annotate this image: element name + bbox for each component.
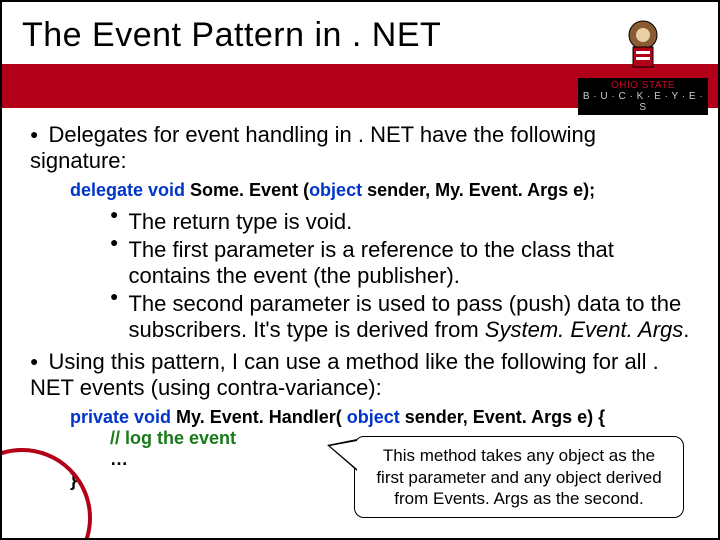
ohio-state-logo: OHIO STATE B · U · C · K · E · Y · E · S — [578, 8, 708, 108]
bullet-icon: ● — [110, 206, 118, 232]
brutus-mascot-icon — [578, 8, 708, 78]
bullet-icon: ● — [30, 126, 38, 142]
code-keyword: object — [309, 180, 362, 200]
code-text: My. Event. Handler( — [171, 407, 347, 427]
code-text: Some. Event ( — [185, 180, 309, 200]
bullet-1-text: Delegates for event handling in . NET ha… — [30, 122, 596, 173]
system-eventargs-text: System. Event. Args — [485, 317, 683, 342]
code-keyword: delegate void — [70, 180, 185, 200]
sub-bullet-2-text: The first parameter is a reference to th… — [128, 237, 690, 289]
sub-bullet-3-text: The second parameter is used to pass (pu… — [128, 291, 690, 343]
logo-top-text: OHIO STATE — [611, 80, 675, 91]
code-keyword: object — [347, 407, 400, 427]
slide: The Event Pattern in . NET OHIO STATE B … — [0, 0, 720, 540]
code-line-1: private void My. Event. Handler( object … — [70, 407, 690, 428]
bullet-icon: ● — [110, 234, 118, 286]
callout-text: This method takes any object as the firs… — [376, 446, 661, 508]
bullet-icon: ● — [30, 353, 38, 369]
sub-bullet-1: ● The return type is void. — [110, 209, 690, 235]
sub-bullet-2: ● The first parameter is a reference to … — [110, 237, 690, 289]
sub-bullet-3: ● The second parameter is used to pass (… — [110, 291, 690, 343]
slide-title: The Event Pattern in . NET — [22, 16, 441, 55]
code-text: sender, My. Event. Args e); — [362, 180, 595, 200]
bullet-icon: ● — [110, 288, 118, 340]
bullet-2-text: Using this pattern, I can use a method l… — [30, 349, 659, 400]
logo-wordmark: OHIO STATE B · U · C · K · E · Y · E · S — [578, 78, 708, 115]
sub-bullet-1-text: The return type is void. — [128, 209, 352, 235]
callout-box: This method takes any object as the firs… — [354, 436, 684, 518]
code-keyword: private void — [70, 407, 171, 427]
bullet-1: ●Delegates for event handling in . NET h… — [30, 122, 690, 174]
bullet-2: ●Using this pattern, I can use a method … — [30, 349, 690, 401]
logo-bottom-text: B · U · C · K · E · Y · E · S — [578, 91, 708, 113]
delegate-signature: delegate void Some. Event (object sender… — [70, 180, 690, 201]
code-text: sender, Event. Args e) { — [400, 407, 605, 427]
